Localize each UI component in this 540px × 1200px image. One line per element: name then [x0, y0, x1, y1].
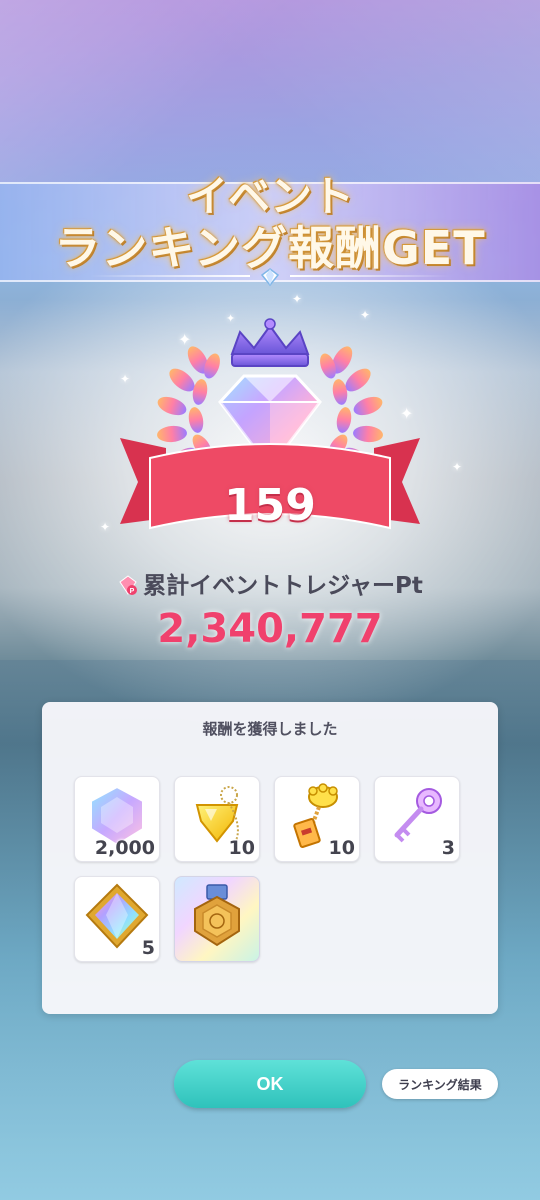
ok-button[interactable]: OK [174, 1060, 366, 1108]
ranking-result-button[interactable]: ランキング結果 [382, 1069, 498, 1099]
diamond-ornament-icon [260, 268, 280, 287]
points-label: 累計イベントトレジャーPt [143, 573, 423, 599]
treasure-pt-icon: P [119, 575, 138, 595]
reward-item[interactable]: 10 [274, 776, 360, 862]
reward-quantity: 2,000 [94, 837, 155, 859]
sparkle-icon: ✦ [100, 520, 111, 534]
reward-item[interactable]: 5 [74, 876, 160, 962]
reward-quantity: 5 [141, 937, 155, 959]
crown-icon [230, 318, 310, 367]
reward-quantity: 10 [228, 837, 255, 859]
rank-number: 159 [224, 480, 316, 531]
reward-item[interactable]: 3 [374, 776, 460, 862]
sparkle-icon: ✦ [292, 292, 303, 306]
gold-medal-badge-icon [194, 884, 240, 947]
reward-item[interactable]: 2,000 [74, 776, 160, 862]
reward-item[interactable] [174, 876, 260, 962]
reward-item[interactable]: 10 [174, 776, 260, 862]
reward-panel-heading: 報酬を獲得しました [202, 720, 338, 738]
sparkle-icon: ✦ [452, 460, 463, 474]
reward-quantity: 3 [441, 837, 455, 859]
reward-quantity: 10 [328, 837, 355, 859]
points-value: 2,340,777 [157, 606, 383, 652]
reward-panel: 報酬を獲得しました 2,000 10 10 3 5 [42, 702, 498, 1014]
svg-text:P: P [130, 588, 135, 595]
title-ornament [0, 268, 540, 287]
points-label-row: P 累計イベントトレジャーPt [0, 566, 540, 600]
